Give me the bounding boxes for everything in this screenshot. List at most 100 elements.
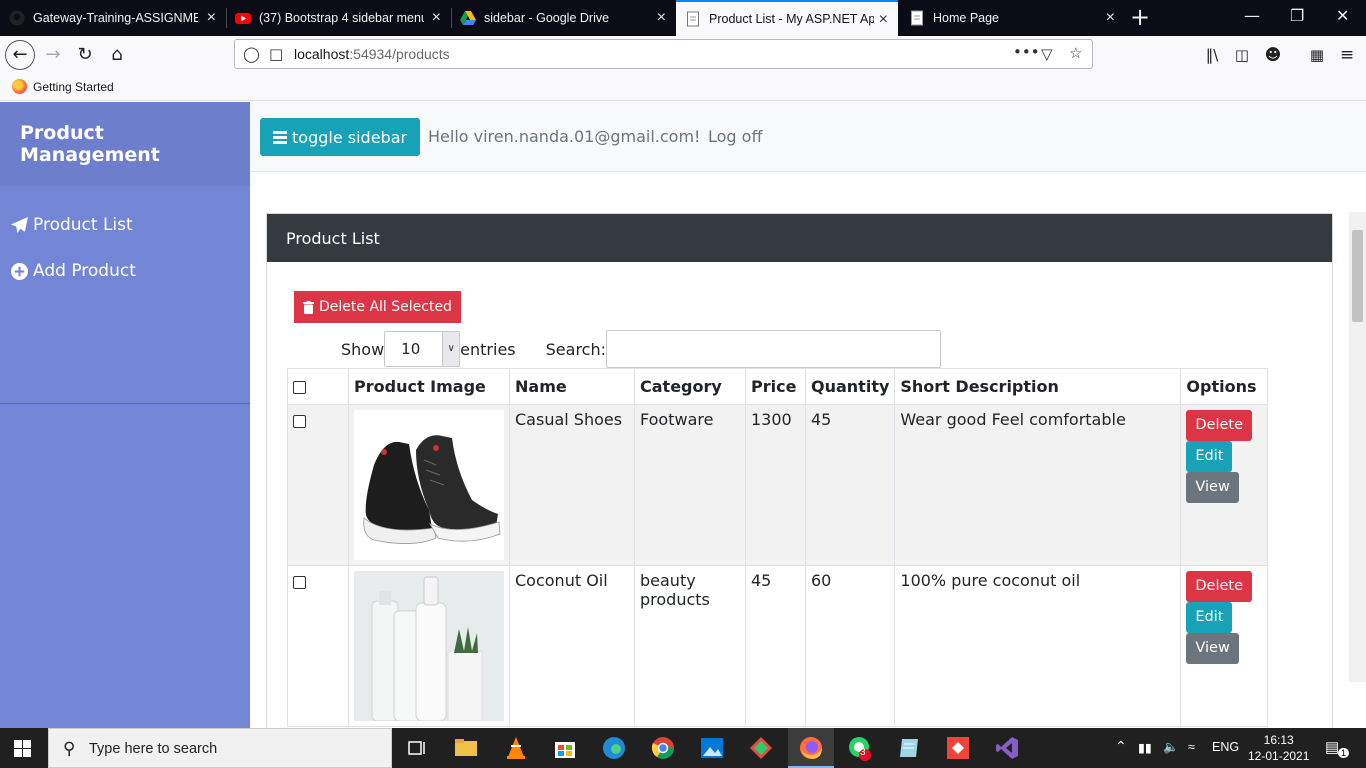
delete-button[interactable]: Delete bbox=[1186, 571, 1253, 602]
library-icon[interactable]: ‖\ bbox=[1198, 41, 1226, 69]
log-off-link[interactable]: Log off bbox=[708, 127, 762, 146]
url-host: localhost bbox=[294, 46, 350, 62]
close-icon[interactable]: × bbox=[207, 9, 216, 27]
search-icon: ⚲ bbox=[63, 739, 76, 758]
forward-arrow-icon[interactable]: → bbox=[39, 41, 67, 69]
visual-studio-icon[interactable] bbox=[994, 735, 1020, 761]
page-scrollbar[interactable] bbox=[1349, 212, 1366, 682]
tab-product-list[interactable]: Product List - My ASP.NET App × bbox=[676, 0, 898, 36]
product-description: Wear good Feel comfortable bbox=[894, 404, 1182, 566]
photos-icon[interactable] bbox=[699, 735, 725, 761]
edge-icon[interactable] bbox=[601, 735, 627, 761]
row-select-cell bbox=[287, 404, 349, 566]
chevron-down-icon: ∨ bbox=[442, 332, 460, 366]
close-icon[interactable]: × bbox=[657, 9, 666, 27]
tab-google-drive[interactable]: sidebar - Google Drive × bbox=[451, 0, 676, 36]
whatsapp-icon[interactable]: 3 bbox=[847, 735, 873, 761]
url-text[interactable]: localhost:54934/products bbox=[294, 46, 450, 62]
clock-time: 16:13 bbox=[1263, 733, 1294, 747]
bookmark-star-icon[interactable]: ☆ bbox=[1069, 44, 1082, 62]
shoe-image bbox=[354, 410, 504, 560]
account-icon[interactable]: ☻ bbox=[1259, 41, 1287, 69]
scrollbar-thumb[interactable] bbox=[1352, 230, 1363, 322]
column-header[interactable]: Options bbox=[1180, 368, 1269, 405]
sidebar-item-product-list[interactable]: Product List bbox=[0, 202, 250, 248]
delete-all-selected-button[interactable]: Delete All Selected bbox=[294, 291, 461, 323]
tab-bootstrap-video[interactable]: (37) Bootstrap 4 sidebar menu w × bbox=[226, 0, 451, 36]
product-quantity: 60 bbox=[804, 565, 896, 727]
entries-select[interactable]: 10 ∨ bbox=[384, 331, 461, 367]
browser-tab-bar: Gateway-Training-ASSIGNMEN × (37) Bootst… bbox=[0, 0, 1366, 36]
store-icon[interactable] bbox=[552, 735, 578, 761]
greeting-link[interactable]: Hello viren.nanda.01@gmail.com! bbox=[428, 127, 700, 146]
restore-icon[interactable]: ❐ bbox=[1290, 6, 1304, 25]
sidebar-toggle-icon[interactable]: ◫ bbox=[1228, 41, 1256, 69]
column-header[interactable]: Quantity bbox=[804, 368, 896, 405]
product-quantity: 45 bbox=[804, 404, 896, 566]
close-icon[interactable]: × bbox=[1106, 9, 1115, 27]
menu-icon[interactable]: ≡ bbox=[1333, 41, 1361, 69]
extensions-icon[interactable]: ▦ bbox=[1303, 41, 1331, 69]
page-info-icon[interactable]: □ bbox=[269, 45, 283, 63]
column-header[interactable]: Short Description bbox=[894, 368, 1182, 405]
bookmark-label: Getting Started bbox=[33, 79, 114, 94]
chrome-icon[interactable] bbox=[650, 735, 676, 761]
pocket-icon[interactable]: ▽ bbox=[1041, 45, 1053, 63]
wifi-icon[interactable]: ≈ bbox=[1188, 740, 1195, 754]
row-checkbox[interactable] bbox=[293, 415, 306, 428]
tab-gateway-training[interactable]: Gateway-Training-ASSIGNMEN × bbox=[0, 0, 226, 36]
back-arrow-icon[interactable]: ← bbox=[5, 40, 35, 70]
sidebar-title: Product Management bbox=[0, 102, 250, 186]
tab-title: Product List - My ASP.NET App bbox=[709, 12, 874, 26]
volume-icon[interactable]: 🔈 bbox=[1163, 740, 1179, 755]
system-clock[interactable]: 16:13 12-01-2021 bbox=[1248, 732, 1309, 764]
product-category: beauty products bbox=[634, 565, 746, 727]
shield-icon[interactable]: ◯ bbox=[243, 45, 260, 63]
select-all-checkbox[interactable] bbox=[293, 380, 306, 394]
tab-title: sidebar - Google Drive bbox=[484, 11, 610, 25]
notepad-icon[interactable] bbox=[896, 735, 922, 761]
reload-icon[interactable]: ↻ bbox=[71, 41, 99, 69]
toggle-sidebar-button[interactable]: toggle sidebar bbox=[260, 118, 421, 156]
battery-icon[interactable]: ▮▮ bbox=[1138, 740, 1152, 755]
view-button[interactable]: View bbox=[1186, 633, 1239, 664]
close-icon[interactable]: × bbox=[432, 9, 441, 27]
anydesk-icon[interactable] bbox=[945, 735, 971, 761]
view-button[interactable]: View bbox=[1186, 472, 1239, 503]
row-select-cell bbox=[287, 565, 349, 727]
new-tab-button[interactable]: + bbox=[1130, 4, 1150, 30]
file-explorer-icon[interactable] bbox=[453, 735, 479, 761]
url-bar[interactable]: ◯ □ localhost:54934/products ••• ▽ ☆ bbox=[234, 39, 1093, 69]
git-tool-icon[interactable] bbox=[748, 735, 774, 761]
sidebar-item-add-product[interactable]: Add Product bbox=[0, 248, 250, 294]
column-header[interactable]: Product Image bbox=[348, 368, 510, 405]
column-header[interactable]: Name bbox=[509, 368, 635, 405]
search-input[interactable] bbox=[606, 330, 941, 368]
window-close-icon[interactable]: ✕ bbox=[1336, 6, 1349, 25]
home-icon[interactable]: ⌂ bbox=[103, 41, 131, 69]
minimize-icon[interactable]: — bbox=[1244, 6, 1260, 25]
row-checkbox[interactable] bbox=[293, 576, 306, 589]
bookmarks-bar: Getting Started bbox=[0, 74, 1366, 101]
card-title: Product List bbox=[267, 214, 1332, 262]
delete-button[interactable]: Delete bbox=[1186, 410, 1253, 441]
more-actions-icon[interactable]: ••• bbox=[1013, 43, 1040, 61]
language-indicator[interactable]: ENG bbox=[1212, 740, 1239, 754]
options-cell: Delete Edit View bbox=[1180, 565, 1269, 727]
vlc-icon[interactable] bbox=[503, 735, 529, 761]
column-header[interactable]: Category bbox=[634, 368, 746, 405]
chevron-up-icon[interactable]: ⌃ bbox=[1115, 738, 1127, 755]
table-controls: Show 10 ∨ entries Search: bbox=[341, 330, 941, 368]
tab-home-page[interactable]: Home Page × bbox=[900, 0, 1125, 36]
task-view-icon[interactable] bbox=[404, 735, 430, 761]
column-header[interactable]: Price bbox=[745, 368, 806, 405]
bookmark-getting-started[interactable]: Getting Started bbox=[12, 79, 114, 94]
edit-button[interactable]: Edit bbox=[1186, 602, 1233, 633]
windows-start-icon[interactable] bbox=[14, 740, 31, 757]
top-navbar: toggle sidebar Hello viren.nanda.01@gmai… bbox=[250, 102, 1366, 172]
close-icon[interactable]: × bbox=[879, 11, 888, 29]
taskbar-search-box[interactable]: ⚲ Type here to search bbox=[48, 728, 392, 768]
edit-button[interactable]: Edit bbox=[1186, 441, 1233, 472]
firefox-icon[interactable] bbox=[798, 735, 824, 761]
toggle-sidebar-label: toggle sidebar bbox=[292, 127, 408, 147]
